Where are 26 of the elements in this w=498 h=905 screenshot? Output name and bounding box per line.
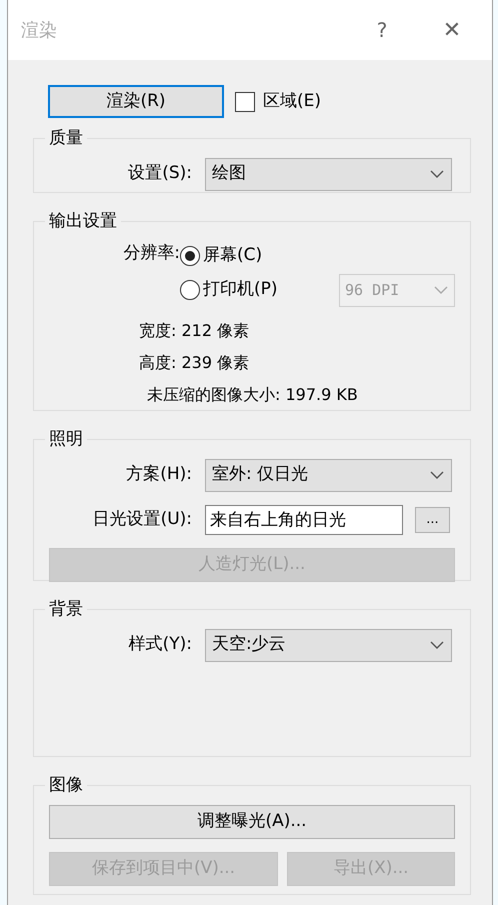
group-label: 照明 (48, 428, 84, 451)
group-label: 输出设置 (48, 210, 118, 233)
dropdown[interactable]: 绘图 (205, 158, 452, 190)
browse-button[interactable]: ... (415, 506, 450, 532)
radio-label: 屏幕(C) (203, 244, 262, 268)
dropdown[interactable]: 天空:少云 (205, 628, 452, 662)
radio-label: 打印机(P) (203, 278, 278, 302)
action-button[interactable]: 调整曝光(A)... (49, 804, 455, 838)
info-text: 高度: 239 像素 (139, 352, 250, 372)
field-label: 分辨率: (122, 242, 180, 264)
group-label: 背景 (48, 598, 84, 621)
field-label: 设置(S): (127, 162, 192, 186)
field-label: 样式(Y): (128, 633, 192, 656)
dropdown[interactable]: 室外: 仅日光 (205, 458, 452, 492)
input-field[interactable]: 来自右上角的日光 (205, 504, 403, 534)
info-text: 宽度: 212 像素 (139, 320, 250, 340)
field-label: 方案(H): (125, 463, 192, 486)
info-text: 未压缩的图像大小: 197.9 KB (147, 384, 358, 404)
field-label: 日光设置(U): (92, 508, 192, 531)
group-label: 图像 (48, 774, 84, 797)
checkbox-label: 区域(E) (263, 90, 322, 113)
close-button[interactable]: ✕ (437, 14, 467, 46)
render-button[interactable]: 渲染(R) (48, 85, 224, 118)
help-button[interactable]: ? (367, 15, 397, 45)
group-label: 质量 (48, 127, 84, 150)
window-title: 渲染 (21, 18, 57, 42)
